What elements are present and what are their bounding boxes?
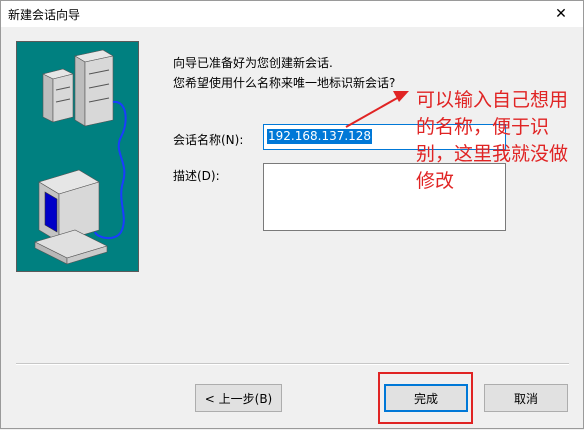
wizard-window: 新建会话向导 ✕ 向导已准备好为您创建新会话. 您希望使用什么名称来唯一地标识新…	[0, 0, 584, 429]
cancel-button[interactable]: 取消	[484, 384, 568, 412]
annotation-note: 可以输入自己想用的名称，便于识别，这里我就没做修改	[416, 89, 569, 192]
separator	[16, 363, 569, 365]
back-button[interactable]: < 上一步(B)	[195, 384, 282, 412]
arrow-icon	[345, 91, 409, 128]
highlight-box	[378, 372, 473, 424]
